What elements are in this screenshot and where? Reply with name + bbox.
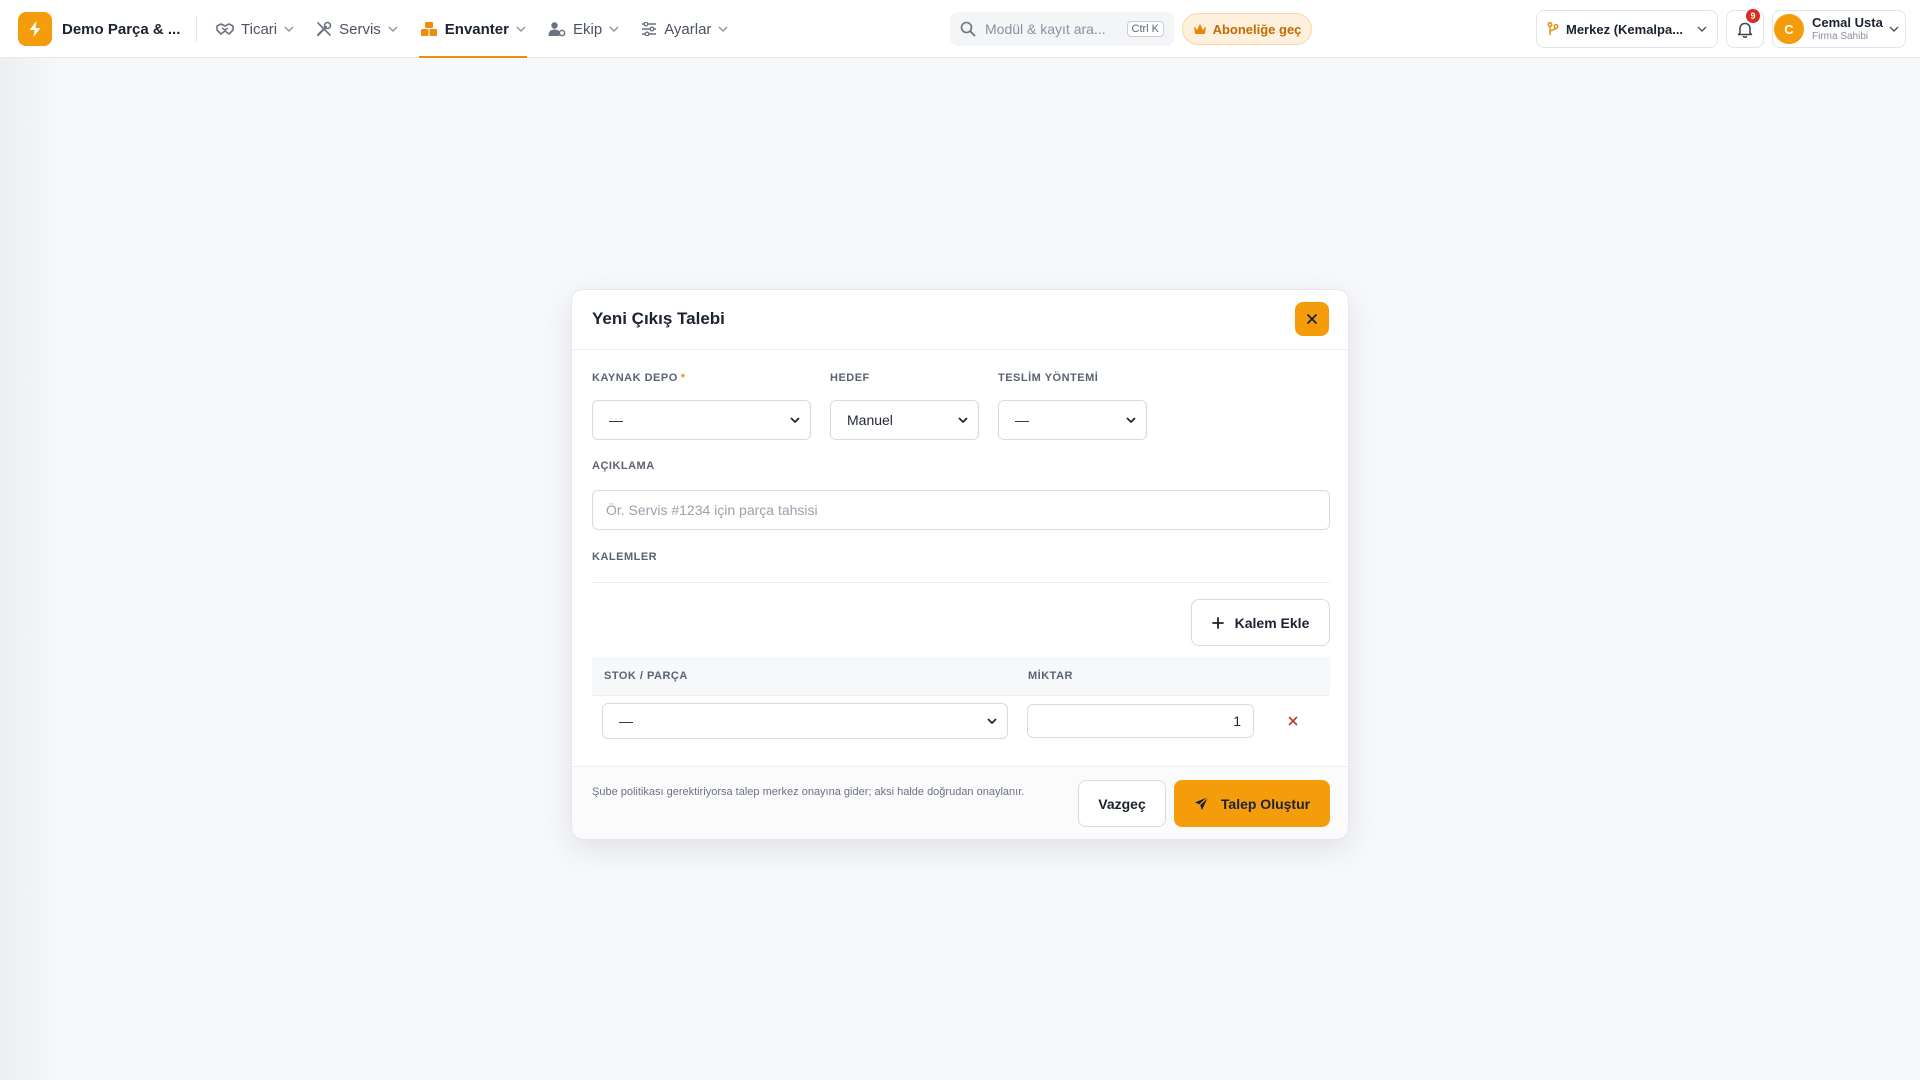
close-icon xyxy=(1307,314,1317,324)
chevron-down-icon xyxy=(1126,417,1136,423)
column-header-quantity: MİKTAR xyxy=(1028,670,1073,682)
subscribe-button[interactable]: Aboneliğe geç xyxy=(1182,13,1312,45)
chevron-down-icon xyxy=(388,26,398,32)
bolt-icon xyxy=(18,12,52,46)
user-name: Cemal Usta xyxy=(1812,15,1883,31)
remove-row-button[interactable] xyxy=(1282,710,1304,732)
search-icon xyxy=(960,21,976,37)
chevron-down-icon xyxy=(1697,26,1707,32)
chevron-down-icon xyxy=(718,26,728,32)
handshake-icon xyxy=(216,22,234,36)
branch-label: Merkez (Kemalpa... xyxy=(1566,21,1684,37)
modal-header: Yeni Çıkış Talebi xyxy=(572,290,1348,350)
notifications-button[interactable]: 9 xyxy=(1726,9,1764,48)
search-input[interactable]: Modül & kayıt ara... Ctrl K xyxy=(950,12,1174,46)
brand-name: Demo Parça & ... xyxy=(62,20,181,38)
quantity-input[interactable]: 1 xyxy=(1027,704,1254,738)
main-nav: Ticari Servis Envanter Ekip Ayarlar xyxy=(216,0,750,58)
source-warehouse-label-text: KAYNAK DEPO xyxy=(592,372,678,384)
branch-icon xyxy=(1547,22,1559,36)
send-icon xyxy=(1194,796,1209,811)
chevron-down-icon xyxy=(987,718,997,724)
modal-title: Yeni Çıkış Talebi xyxy=(592,309,725,328)
new-exit-request-modal: Yeni Çıkış Talebi KAYNAK DEPO * — HEDEF M… xyxy=(571,289,1349,839)
notification-count-badge: 9 xyxy=(1746,9,1760,23)
required-marker: * xyxy=(680,372,686,384)
nav-item-ayarlar[interactable]: Ayarlar xyxy=(641,0,728,58)
nav-item-servis[interactable]: Servis xyxy=(316,0,398,58)
plus-icon xyxy=(1211,616,1224,629)
nav-label: Ekip xyxy=(573,20,603,38)
close-button[interactable] xyxy=(1295,302,1329,336)
divider xyxy=(592,582,1330,583)
nav-item-ticari[interactable]: Ticari xyxy=(216,0,294,58)
close-icon xyxy=(1288,716,1298,726)
nav-label: Ticari xyxy=(241,20,278,38)
add-item-button[interactable]: Kalem Ekle xyxy=(1191,599,1330,646)
add-item-label: Kalem Ekle xyxy=(1234,614,1310,631)
subscribe-label: Aboneliğe geç xyxy=(1212,21,1302,37)
branch-selector[interactable]: Merkez (Kemalpa... xyxy=(1536,10,1718,48)
chevron-down-icon xyxy=(1889,26,1899,32)
chevron-down-icon xyxy=(516,26,526,32)
avatar: C xyxy=(1774,14,1804,44)
nav-label: Ayarlar xyxy=(664,20,712,38)
cancel-button[interactable]: Vazgeç xyxy=(1078,780,1166,827)
nav-item-ekip[interactable]: Ekip xyxy=(548,0,619,58)
user-gear-icon xyxy=(548,21,566,37)
description-input[interactable]: Ör. Servis #1234 için parça tahsisi xyxy=(592,490,1330,530)
nav-label: Servis xyxy=(339,20,381,38)
search-placeholder: Modül & kayıt ara... xyxy=(985,21,1106,37)
target-label: HEDEF xyxy=(830,372,870,384)
create-request-button[interactable]: Talep Oluştur xyxy=(1174,780,1330,827)
items-section-label: KALEMLER xyxy=(592,551,658,563)
create-request-label: Talep Oluştur xyxy=(1220,795,1311,812)
delivery-method-select[interactable]: — xyxy=(998,400,1147,440)
chevron-down-icon xyxy=(609,26,619,32)
source-warehouse-value: — xyxy=(609,412,623,428)
user-menu[interactable]: C Cemal Usta Firma Sahibi xyxy=(1772,10,1906,48)
nav-label: Envanter xyxy=(444,20,509,38)
stock-part-value: — xyxy=(619,713,633,729)
chevron-down-icon xyxy=(790,417,800,423)
sliders-icon xyxy=(641,22,657,36)
source-warehouse-select[interactable]: — xyxy=(592,400,811,440)
chevron-down-icon xyxy=(958,417,968,423)
items-table-header: STOK / PARÇA MİKTAR xyxy=(592,657,1330,696)
boxes-icon xyxy=(420,21,438,37)
crown-icon xyxy=(1193,23,1207,35)
chevron-down-icon xyxy=(284,26,294,32)
description-label: AÇIKLAMA xyxy=(592,460,655,472)
brand[interactable]: Demo Parça & ... xyxy=(18,12,180,46)
target-value: Manuel xyxy=(847,412,893,428)
nav-item-envanter[interactable]: Envanter xyxy=(418,0,528,58)
bell-icon xyxy=(1737,21,1753,38)
user-role: Firma Sahibi xyxy=(1812,30,1869,42)
search-shortcut: Ctrl K xyxy=(1126,21,1164,37)
delivery-method-label: TESLİM YÖNTEMİ xyxy=(998,372,1099,384)
modal-footer: Şube politikası gerektiriyorsa talep mer… xyxy=(572,766,1348,839)
divider xyxy=(196,16,197,42)
source-warehouse-label: KAYNAK DEPO * xyxy=(592,372,686,384)
tools-icon xyxy=(316,21,332,37)
delivery-method-value: — xyxy=(1015,412,1029,428)
approval-note: Şube politikası gerektiriyorsa talep mer… xyxy=(592,786,1025,798)
column-header-stock: STOK / PARÇA xyxy=(604,670,688,682)
page-edge-shade xyxy=(0,58,60,1080)
stock-part-select[interactable]: — xyxy=(602,703,1008,739)
top-bar: Demo Parça & ... Ticari Servis Envanter … xyxy=(0,0,1920,58)
target-select[interactable]: Manuel xyxy=(830,400,979,440)
description-placeholder: Ör. Servis #1234 için parça tahsisi xyxy=(606,502,818,518)
cancel-label: Vazgeç xyxy=(1098,795,1146,812)
quantity-value: 1 xyxy=(1233,713,1241,729)
